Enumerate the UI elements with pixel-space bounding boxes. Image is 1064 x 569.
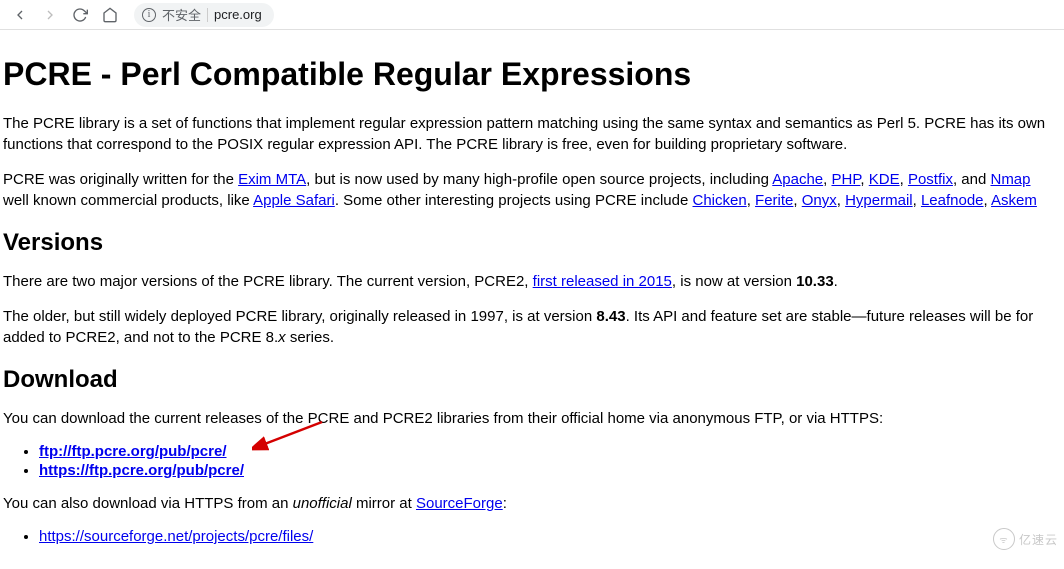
link-nmap[interactable]: Nmap — [990, 171, 1030, 188]
link-kde[interactable]: KDE — [869, 171, 900, 188]
link-ferite[interactable]: Ferite — [755, 192, 793, 209]
reload-button[interactable] — [68, 3, 92, 27]
versions-p2: The older, but still widely deployed PCR… — [3, 306, 1061, 348]
list-item: ftp://ftp.pcre.org/pub/pcre/ — [39, 443, 1061, 460]
link-askem[interactable]: Askem — [991, 192, 1037, 209]
browser-toolbar: i 不安全 pcre.org — [0, 0, 1064, 30]
heading-versions: Versions — [3, 229, 1061, 257]
info-icon: i — [142, 8, 156, 22]
intro-para-1: The PCRE library is a set of functions t… — [3, 113, 1061, 155]
security-label: 不安全 — [162, 5, 201, 24]
download-p1: You can download the current releases of… — [3, 408, 1061, 429]
heading-download: Download — [3, 366, 1061, 394]
link-first-released-2015[interactable]: first released in 2015 — [533, 273, 672, 290]
link-hypermail[interactable]: Hypermail — [845, 192, 913, 209]
watermark-icon: ᯤ — [993, 528, 1015, 550]
link-onyx[interactable]: Onyx — [802, 192, 837, 209]
watermark: ᯤ 亿速云 — [993, 528, 1058, 550]
link-postfix[interactable]: Postfix — [908, 171, 953, 188]
link-https-pcre[interactable]: https://ftp.pcre.org/pub/pcre/ — [39, 462, 244, 479]
list-item: https://sourceforge.net/projects/pcre/fi… — [39, 528, 1061, 545]
download-links-list: ftp://ftp.pcre.org/pub/pcre/ https://ftp… — [39, 443, 1061, 479]
page-title: PCRE - Perl Compatible Regular Expressio… — [3, 56, 1061, 93]
divider — [207, 8, 208, 22]
link-sourceforge-files[interactable]: https://sourceforge.net/projects/pcre/fi… — [39, 528, 313, 545]
link-chicken[interactable]: Chicken — [693, 192, 747, 209]
link-apache[interactable]: Apache — [772, 171, 823, 188]
address-bar[interactable]: i 不安全 pcre.org — [134, 3, 274, 27]
link-exim[interactable]: Exim MTA — [238, 171, 306, 188]
link-leafnode[interactable]: Leafnode — [921, 192, 984, 209]
watermark-text: 亿速云 — [1019, 531, 1058, 548]
intro-para-2: PCRE was originally written for the Exim… — [3, 169, 1061, 211]
link-sourceforge[interactable]: SourceForge — [416, 495, 503, 512]
home-button[interactable] — [98, 3, 122, 27]
list-item: https://ftp.pcre.org/pub/pcre/ — [39, 462, 1061, 479]
url-text: pcre.org — [214, 7, 262, 22]
forward-button[interactable] — [38, 3, 62, 27]
download-links-list-2: https://sourceforge.net/projects/pcre/fi… — [39, 528, 1061, 545]
back-button[interactable] — [8, 3, 32, 27]
download-p2: You can also download via HTTPS from an … — [3, 493, 1061, 514]
versions-p1: There are two major versions of the PCRE… — [3, 271, 1061, 292]
link-safari[interactable]: Apple Safari — [253, 192, 335, 209]
page-content: PCRE - Perl Compatible Regular Expressio… — [0, 30, 1064, 569]
link-ftp-pcre[interactable]: ftp://ftp.pcre.org/pub/pcre/ — [39, 443, 227, 460]
link-php[interactable]: PHP — [831, 171, 860, 188]
